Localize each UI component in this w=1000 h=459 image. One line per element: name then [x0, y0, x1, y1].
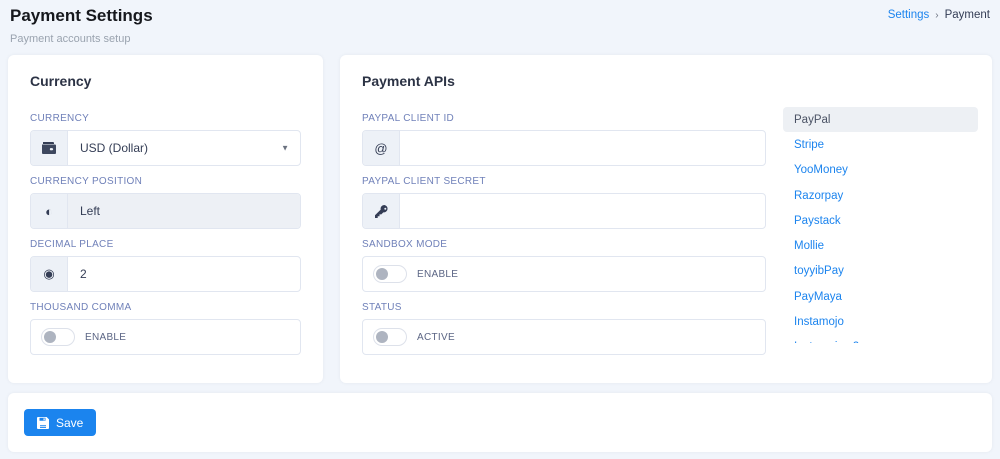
- save-bar: Save: [8, 393, 992, 452]
- currency-card: Currency CURRENCY USD (Dollar) ▼ CURRENC…: [8, 55, 323, 383]
- page-subtitle: Payment accounts setup: [10, 33, 153, 45]
- key-icon: [363, 194, 400, 228]
- save-icon: [37, 417, 49, 429]
- thousand-comma-toggle-box: ENABLE: [30, 319, 301, 355]
- payment-apis-title: Payment APIs: [362, 73, 970, 89]
- status-toggle-box: ACTIVE: [362, 319, 766, 355]
- paypal-client-id-input[interactable]: [400, 131, 765, 165]
- sandbox-mode-toggle-label: ENABLE: [417, 269, 458, 280]
- sandbox-mode-toggle-box: ENABLE: [362, 256, 766, 292]
- page-header: Payment Settings Payment accounts setup: [10, 6, 153, 45]
- status-label: STATUS: [362, 302, 766, 313]
- provider-item[interactable]: Razorpay: [783, 183, 978, 208]
- save-button-label: Save: [56, 416, 83, 430]
- provider-list: PayPalStripeYooMoneyRazorpayPaystackMoll…: [783, 107, 978, 343]
- sandbox-mode-field: SANDBOX MODE ENABLE: [362, 239, 766, 292]
- provider-item[interactable]: PayMaya: [783, 284, 978, 309]
- currency-select-value: USD (Dollar) ▼: [68, 131, 300, 165]
- paypal-client-id-label: PAYPAL CLIENT ID: [362, 113, 766, 124]
- paypal-client-secret-field: PAYPAL CLIENT SECRET: [362, 176, 766, 229]
- provider-item[interactable]: Instamojo: [783, 309, 978, 334]
- decimal-place-field: DECIMAL PLACE ◉: [30, 239, 301, 292]
- provider-item[interactable]: Mollie: [783, 233, 978, 258]
- dot-circle-icon: ◉: [31, 257, 68, 291]
- currency-position-input: ◐ Left: [30, 193, 301, 229]
- status-toggle[interactable]: [373, 328, 407, 346]
- currency-position-label: CURRENCY POSITION: [30, 176, 301, 187]
- currency-select[interactable]: USD (Dollar) ▼: [30, 130, 301, 166]
- status-toggle-label: ACTIVE: [417, 332, 455, 343]
- page-title: Payment Settings: [10, 6, 153, 26]
- decimal-place-input-group: ◉: [30, 256, 301, 292]
- wallet-icon: [31, 131, 68, 165]
- provider-item[interactable]: toyyibPay: [783, 259, 978, 284]
- paypal-client-secret-label: PAYPAL CLIENT SECRET: [362, 176, 766, 187]
- breadcrumb-current-payment: Payment: [945, 9, 990, 21]
- decimal-place-label: DECIMAL PLACE: [30, 239, 301, 250]
- currency-label: CURRENCY: [30, 113, 301, 124]
- decimal-place-input[interactable]: [68, 257, 300, 291]
- provider-item[interactable]: Stripe: [783, 132, 978, 157]
- chevron-right-icon: ›: [935, 10, 938, 21]
- paypal-client-id-input-group: @: [362, 130, 766, 166]
- chevron-down-icon: ▼: [281, 144, 289, 153]
- sandbox-mode-toggle[interactable]: [373, 265, 407, 283]
- breadcrumb-link-settings[interactable]: Settings: [888, 9, 930, 21]
- provider-item[interactable]: PayPal: [783, 107, 978, 132]
- currency-field: CURRENCY USD (Dollar) ▼: [30, 113, 301, 166]
- currency-card-title: Currency: [30, 73, 301, 89]
- paypal-client-id-field: PAYPAL CLIENT ID @: [362, 113, 766, 166]
- payment-apis-card: Payment APIs PAYPAL CLIENT ID @ PAYPAL C…: [340, 55, 992, 383]
- paypal-client-secret-input-group: [362, 193, 766, 229]
- currency-position-field: CURRENCY POSITION ◐ Left: [30, 176, 301, 229]
- thousand-comma-toggle[interactable]: [41, 328, 75, 346]
- currency-position-value: Left: [68, 194, 300, 228]
- status-field: STATUS ACTIVE: [362, 302, 766, 355]
- contrast-icon: ◐: [31, 194, 68, 228]
- breadcrumb: Settings › Payment: [888, 9, 990, 21]
- thousand-comma-toggle-label: ENABLE: [85, 332, 126, 343]
- thousand-comma-label: THOUSAND COMMA: [30, 302, 301, 313]
- provider-item[interactable]: Paystack: [783, 208, 978, 233]
- save-button[interactable]: Save: [24, 409, 96, 436]
- provider-item[interactable]: YooMoney: [783, 158, 978, 183]
- at-icon: @: [363, 131, 400, 165]
- sandbox-mode-label: SANDBOX MODE: [362, 239, 766, 250]
- thousand-comma-field: THOUSAND COMMA ENABLE: [30, 302, 301, 355]
- provider-item[interactable]: Instamojo v2: [783, 335, 978, 343]
- paypal-client-secret-input[interactable]: [400, 194, 765, 228]
